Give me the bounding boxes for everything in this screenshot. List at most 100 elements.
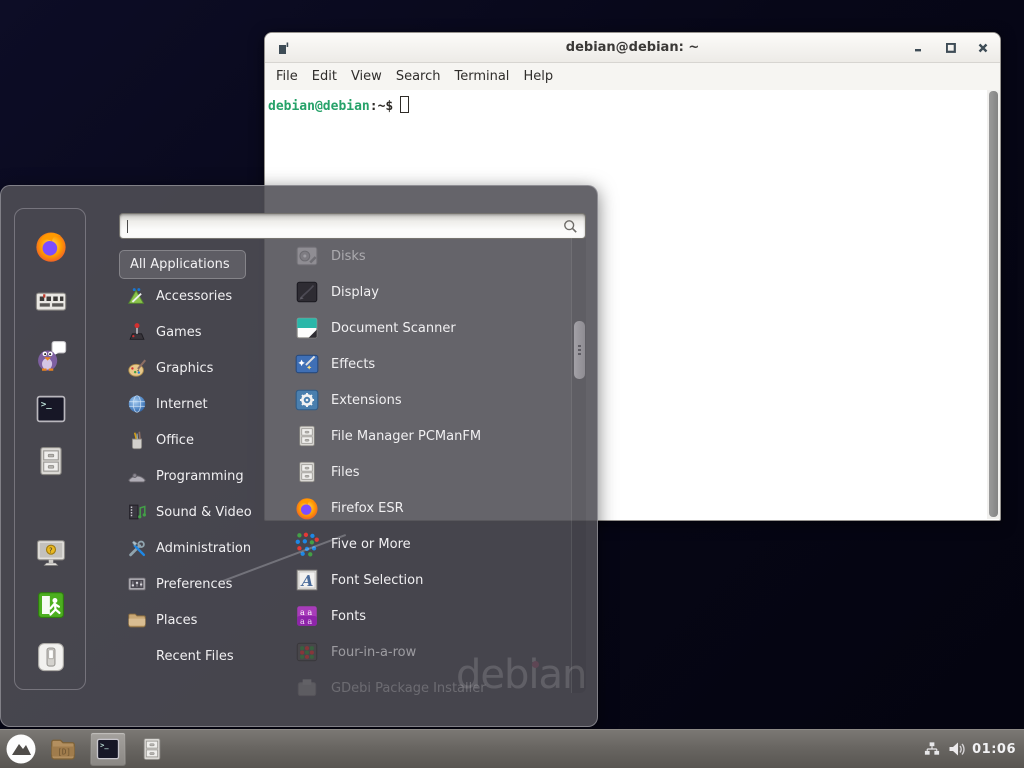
category-accessories[interactable]: Accessories <box>119 278 284 314</box>
category-recent-files[interactable]: Recent Files <box>119 638 284 674</box>
start-menu-button[interactable] <box>5 733 37 765</box>
app-list-scrollbar-thumb[interactable] <box>574 321 585 379</box>
document-scanner-icon <box>294 315 320 341</box>
app-display[interactable]: Display <box>286 274 570 310</box>
menu-search[interactable]: Search <box>396 69 441 84</box>
category-internet[interactable]: Internet <box>119 386 284 422</box>
minimize-button[interactable] <box>913 43 924 54</box>
menu-edit[interactable]: Edit <box>312 69 337 84</box>
app-four-in-a-row[interactable]: Four-in-a-row <box>286 634 570 670</box>
system-tray: 01:06 <box>923 740 1024 758</box>
favorite-lock-screen[interactable]: ? <box>33 535 69 571</box>
app-extensions[interactable]: Extensions <box>286 382 570 418</box>
category-office[interactable]: Office <box>119 422 284 458</box>
favorite-pidgin[interactable] <box>33 337 69 373</box>
file-cabinet-icon <box>33 443 69 479</box>
menu-terminal[interactable]: Terminal <box>454 69 509 84</box>
menu-help[interactable]: Help <box>523 69 553 84</box>
svg-text:>_: >_ <box>41 400 52 410</box>
category-list: Accessories Games Graphics Internet Offi… <box>119 278 284 674</box>
terminal-scrollbar-thumb[interactable] <box>989 91 998 517</box>
volume-icon[interactable] <box>947 740 966 758</box>
clock[interactable]: 01:06 <box>972 742 1016 757</box>
close-button[interactable] <box>977 43 988 54</box>
category-places[interactable]: Places <box>119 602 284 638</box>
gdebi-icon <box>294 675 320 701</box>
category-games[interactable]: Games <box>119 314 284 350</box>
preferences-icon <box>126 573 148 595</box>
terminal-icon: >_ <box>94 735 122 763</box>
svg-text:A: A <box>300 572 314 590</box>
window-title: debian@debian: ~ <box>265 40 1000 55</box>
window-controls <box>913 33 988 63</box>
taskbar: [D] >_ <box>0 729 1024 768</box>
file-cabinet-icon <box>138 735 166 763</box>
app-five-or-more[interactable]: Five or More <box>286 526 570 562</box>
terminal-scrollbar[interactable] <box>987 90 1000 519</box>
firefox-icon <box>294 495 320 521</box>
taskbar-file-cabinet-launcher[interactable] <box>135 732 169 766</box>
search-box[interactable] <box>119 213 586 239</box>
terminal-titlebar[interactable]: debian@debian: ~ <box>265 33 1000 63</box>
favorite-file-manager[interactable] <box>33 443 69 479</box>
network-icon[interactable] <box>923 740 941 758</box>
games-icon <box>126 321 148 343</box>
category-preferences[interactable]: Preferences <box>119 566 284 602</box>
extensions-icon <box>294 387 320 413</box>
app-firefox-esr[interactable]: Firefox ESR <box>286 490 570 526</box>
desktop: debian debian@debian: ~ File Edit View S… <box>0 0 1024 768</box>
application-list: Disks Display Document Scanner Effects E… <box>286 238 570 706</box>
app-document-scanner[interactable]: Document Scanner <box>286 310 570 346</box>
accessories-icon <box>126 285 148 307</box>
app-files[interactable]: Files <box>286 454 570 490</box>
app-fonts[interactable]: a aa a Fonts <box>286 598 570 634</box>
file-cabinet-icon <box>294 459 320 485</box>
taskbar-terminal-button[interactable]: >_ <box>90 732 126 766</box>
svg-text:>_: >_ <box>100 741 109 749</box>
app-effects[interactable]: Effects <box>286 346 570 382</box>
sound-video-icon <box>126 501 148 523</box>
pidgin-icon <box>33 337 69 373</box>
app-gdebi-package-installer[interactable]: GDebi Package Installer <box>286 670 570 706</box>
app-file-manager-pcmanfm[interactable]: File Manager PCManFM <box>286 418 570 454</box>
font-selection-icon: A <box>294 567 320 593</box>
fonts-icon: a aa a <box>294 603 320 629</box>
search-input[interactable] <box>127 216 557 236</box>
category-programming[interactable]: Programming <box>119 458 284 494</box>
app-disks[interactable]: Disks <box>286 238 570 274</box>
favorite-shutdown[interactable] <box>33 639 69 675</box>
four-in-a-row-icon <box>294 639 320 665</box>
category-sound-video[interactable]: Sound & Video <box>119 494 284 530</box>
firefox-icon <box>33 228 69 264</box>
menu-file[interactable]: File <box>276 69 298 84</box>
favorite-terminal[interactable]: >_ <box>33 391 69 427</box>
prompt-suffix: :~$ <box>370 99 393 114</box>
search-icon <box>563 219 578 234</box>
favorite-keyboard-settings[interactable] <box>33 283 69 319</box>
category-all-applications[interactable]: All Applications <box>119 250 246 279</box>
favorite-logout[interactable] <box>33 587 69 623</box>
programming-icon <box>126 465 148 487</box>
file-cabinet-icon <box>294 423 320 449</box>
taskbar-file-manager-launcher[interactable]: [D] <box>46 732 80 766</box>
app-list-scrollbar[interactable] <box>571 238 586 693</box>
application-menu: >_ ? <box>0 185 598 727</box>
keyboard-settings-icon <box>33 283 69 319</box>
category-administration[interactable]: Administration <box>119 530 284 566</box>
maximize-button[interactable] <box>945 43 956 54</box>
svg-text:?: ? <box>49 546 53 554</box>
terminal-cursor <box>400 96 409 113</box>
favorites-panel: >_ ? <box>14 208 86 690</box>
folder-icon: [D] <box>48 734 78 764</box>
svg-text:[D]: [D] <box>57 748 71 757</box>
prompt-user-host: debian@debian <box>268 99 370 114</box>
administration-icon <box>126 537 148 559</box>
favorite-firefox[interactable] <box>33 228 69 264</box>
internet-globe-icon <box>126 393 148 415</box>
qterminal-icon: >_ <box>33 391 69 427</box>
office-icon <box>126 429 148 451</box>
menu-view[interactable]: View <box>351 69 382 84</box>
spacer <box>126 645 148 667</box>
category-graphics[interactable]: Graphics <box>119 350 284 386</box>
app-font-selection[interactable]: A Font Selection <box>286 562 570 598</box>
